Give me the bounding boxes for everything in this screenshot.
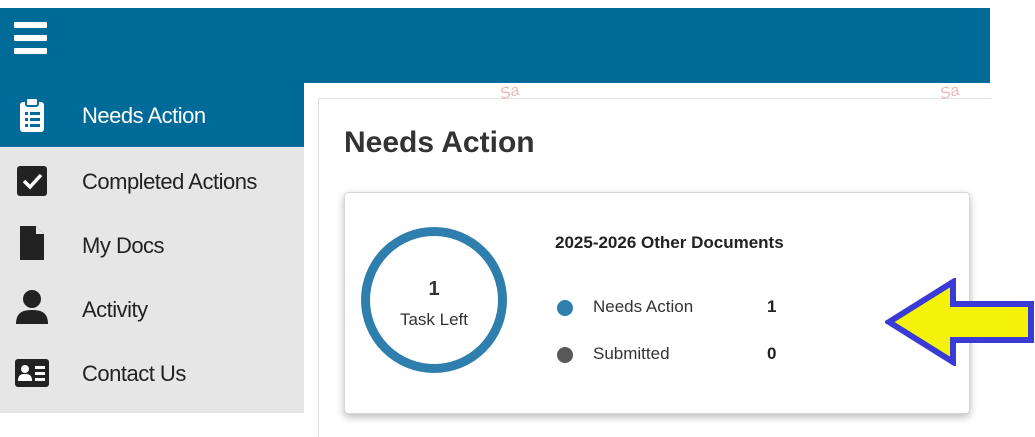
checkbox-icon xyxy=(17,166,47,196)
page-title: Needs Action xyxy=(344,126,535,159)
legend-count: 1 xyxy=(767,297,777,316)
tasks-left-label: Task Left xyxy=(399,310,469,329)
sidebar-item-label: Completed Actions xyxy=(82,169,257,194)
contact-card-icon xyxy=(15,359,49,387)
document-icon xyxy=(20,226,44,260)
legend-label: Submitted xyxy=(593,344,670,363)
needs-action-dot-icon xyxy=(557,300,573,316)
tasks-left-count: 1 xyxy=(428,278,440,300)
legend-label: Needs Action xyxy=(593,297,694,316)
sidebar-item-my-docs[interactable]: My Docs xyxy=(0,213,304,277)
sidebar-item-completed-actions[interactable]: Completed Actions xyxy=(0,149,304,213)
hamburger-menu-icon[interactable] xyxy=(11,20,53,60)
sidebar-item-label: My Docs xyxy=(82,233,165,258)
tasks-left-ring: 1 Task Left xyxy=(361,227,507,373)
submitted-dot-icon xyxy=(557,347,573,363)
person-icon xyxy=(16,290,48,324)
document-status-card: 1 Task Left 2025-2026 Other Documents Ne… xyxy=(344,192,970,414)
sidebar: Needs Action Completed Actions My Docs A… xyxy=(0,83,304,413)
sidebar-item-label: Activity xyxy=(82,297,148,322)
clipboard-icon xyxy=(20,97,44,132)
sidebar-item-label: Contact Us xyxy=(82,361,186,386)
legend-count: 0 xyxy=(767,344,777,363)
top-header-bar xyxy=(0,8,990,83)
card-title: 2025-2026 Other Documents xyxy=(555,233,784,252)
sidebar-item-contact-us[interactable]: Contact Us xyxy=(0,341,304,405)
sidebar-item-activity[interactable]: Activity xyxy=(0,277,304,341)
sidebar-item-label: Needs Action xyxy=(82,103,206,128)
sidebar-item-needs-action[interactable]: Needs Action xyxy=(0,83,304,147)
left-arrow-annotation-icon xyxy=(885,278,1034,366)
